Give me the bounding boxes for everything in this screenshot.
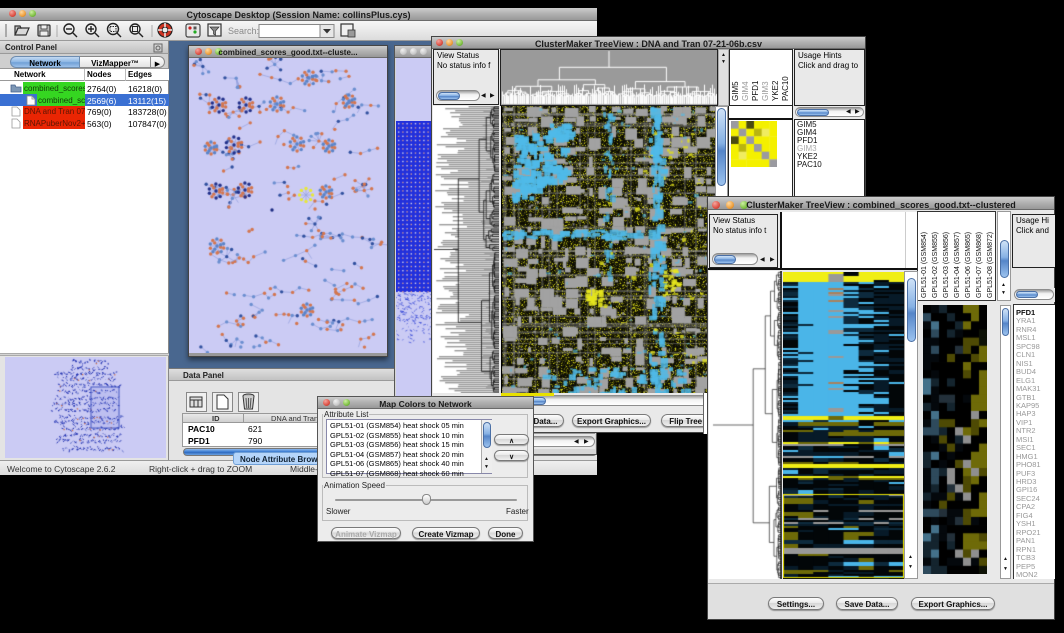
svg-text:Search:: Search: [228, 26, 259, 36]
